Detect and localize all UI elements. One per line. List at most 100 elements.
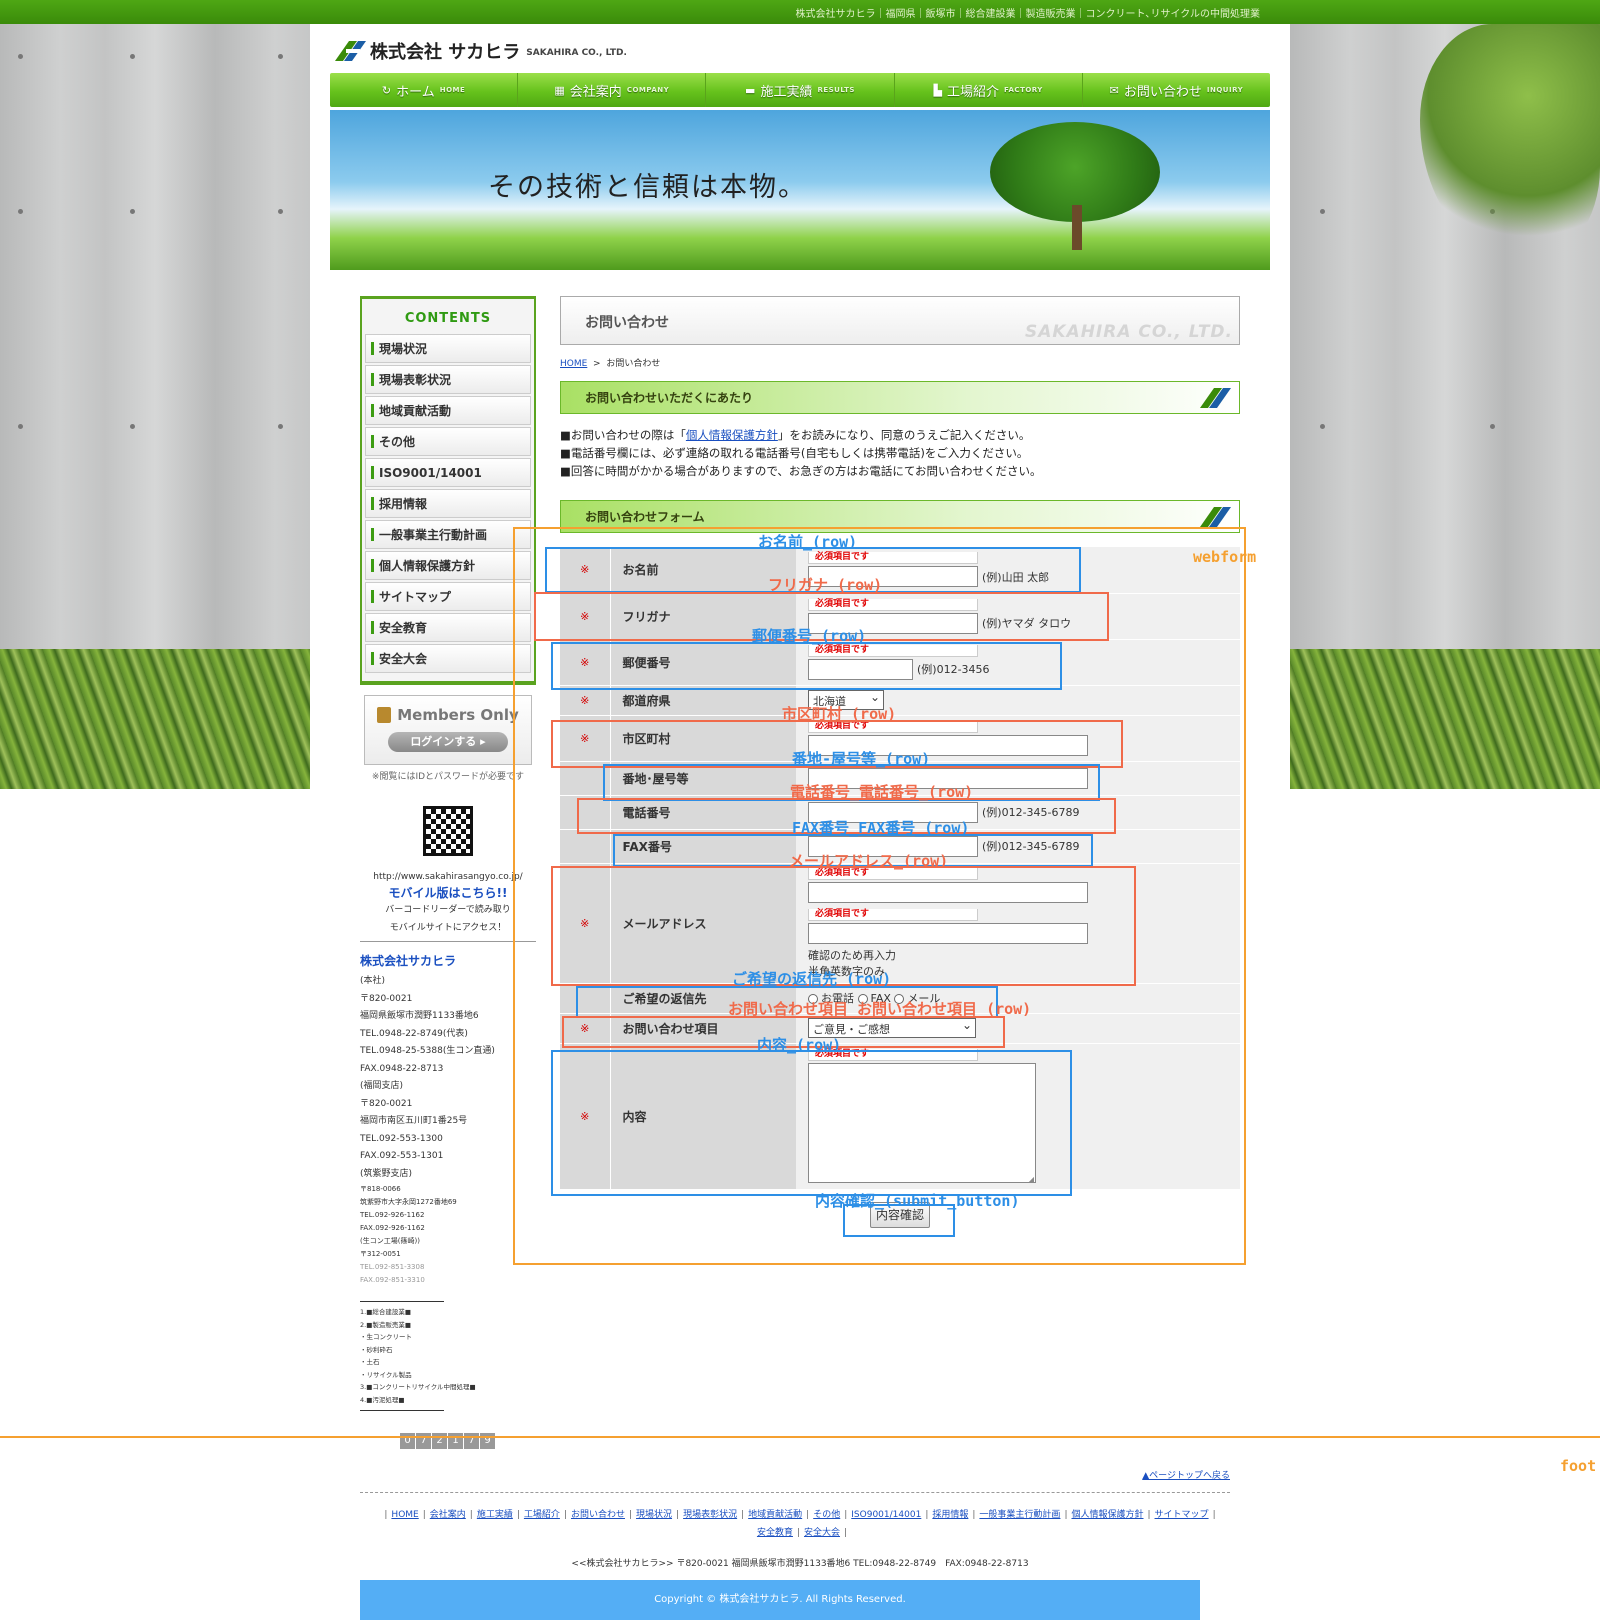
sidebar-item-other[interactable]: その他 xyxy=(365,427,531,456)
breadcrumb-home[interactable]: HOME xyxy=(560,359,587,369)
reply-phone-radio[interactable] xyxy=(808,994,818,1004)
name-input[interactable] xyxy=(808,566,978,588)
building-icon: ▦ xyxy=(554,83,565,97)
address-line: 〒312-0051 xyxy=(360,1250,401,1258)
address-line: TEL.0948-22-8749(代表) xyxy=(360,1028,468,1039)
required-note: 必須項目です xyxy=(808,720,978,733)
footer-link[interactable]: 一般事業主行動計画 xyxy=(979,1510,1060,1520)
required-note: 必須項目です xyxy=(808,552,978,565)
login-button[interactable]: ログインする ▸ xyxy=(388,732,508,752)
nav-inquiry[interactable]: ✉ お問い合わせ INQUIRY xyxy=(1083,73,1270,107)
field-example: (例)012-3456 xyxy=(917,663,990,676)
nav-label: 会社案内 xyxy=(569,84,622,100)
privacy-policy-link[interactable]: 個人情報保護方針 xyxy=(686,428,778,442)
footer-address: <<株式会社サカヒラ>> 〒820-0021 福岡県飯塚市潤野1133番地6 T… xyxy=(571,1559,1029,1569)
footer-link[interactable]: その他 xyxy=(813,1510,840,1520)
footer-link[interactable]: 会社案内 xyxy=(430,1510,466,1520)
footer-link[interactable]: HOME xyxy=(391,1510,418,1520)
hero-catchphrase: その技術と信頼は本物。 xyxy=(488,172,807,203)
sidebar-item-community[interactable]: 地域貢献活動 xyxy=(365,396,531,425)
page-container: 株式会社 サカヒラ SAKAHIRA CO., LTD. ↻ ホーム HOME ▦ 会… xyxy=(310,24,1290,1449)
field-label: 都道府県 xyxy=(610,685,796,716)
nav-sub: HOME xyxy=(439,86,466,94)
address-line: FAX.092-926-1162 xyxy=(360,1224,425,1232)
address-line: TEL.092-553-1300 xyxy=(360,1133,443,1144)
nav-sub: RESULTS xyxy=(817,86,855,94)
breadcrumb-current: お問い合わせ xyxy=(606,359,661,369)
footer-link[interactable]: サイトマップ xyxy=(1155,1510,1209,1520)
footer-link[interactable]: 安全大会 xyxy=(804,1528,840,1538)
nav-factory[interactable]: ▙ 工場紹介 FACTORY xyxy=(895,73,1083,107)
footer-link[interactable]: 施工実績 xyxy=(477,1510,513,1520)
members-only-box: Members Only ログインする ▸ xyxy=(364,695,532,765)
required-note: 必須項目です xyxy=(808,644,978,657)
section-heading-form: お問い合わせフォーム xyxy=(560,500,1240,533)
prefecture-select[interactable]: 北海道 xyxy=(808,690,884,710)
required-mark: ※ xyxy=(560,547,611,594)
sidebar-item-safety-meeting[interactable]: 安全大会 xyxy=(365,644,531,673)
field-label: フリガナ xyxy=(610,593,796,640)
section-heading-text: お問い合わせフォーム xyxy=(585,510,705,524)
lock-icon xyxy=(377,707,392,723)
notice-line: 」をお読みになり、同意のうえご記入ください。 xyxy=(777,428,1031,442)
footer-link[interactable]: 現場状況 xyxy=(636,1510,672,1520)
nav-results[interactable]: ▬ 施工実績 RESULTS xyxy=(706,73,895,107)
page-top-link[interactable]: ▲ページトップへ戻る xyxy=(1142,1468,1230,1481)
content-textarea[interactable] xyxy=(808,1063,1036,1184)
reply-fax-radio[interactable] xyxy=(857,994,868,1004)
field-label: メールアドレス xyxy=(610,863,796,984)
sidebar-item-genba[interactable]: 現場状況 xyxy=(365,334,531,363)
radio-label: FAX xyxy=(870,992,891,1005)
field-label: 市区町村 xyxy=(610,715,796,762)
top-bar: 株式会社サカヒラ｜福岡県｜飯塚市｜総合建設業｜製造販売業｜コンクリート､リサイク… xyxy=(0,0,1600,24)
footer-link[interactable]: 地域貢献活動 xyxy=(748,1510,802,1520)
address-line: 筑紫野市大字永岡1272番地69 xyxy=(360,1198,457,1206)
logo-en-text: SAKAHIRA CO., LTD. xyxy=(526,48,627,58)
field-example: (例)山田 太郎 xyxy=(982,570,1050,584)
footer-link[interactable]: 個人情報保護方針 xyxy=(1071,1510,1143,1520)
nav-company[interactable]: ▦ 会社案内 COMPANY xyxy=(518,73,707,107)
email-input[interactable] xyxy=(808,881,1088,903)
required-cell xyxy=(560,795,611,830)
required-cell xyxy=(560,983,611,1014)
nav-home[interactable]: ↻ ホーム HOME xyxy=(330,73,519,107)
zip-input[interactable] xyxy=(808,658,913,680)
footer-link[interactable]: 工場紹介 xyxy=(524,1510,560,1520)
footer-link[interactable]: お問い合わせ xyxy=(571,1510,625,1520)
kana-input[interactable] xyxy=(808,612,978,634)
address-input[interactable] xyxy=(808,767,1088,789)
form-row-kana: ※ フリガナ 必須項目です (例)ヤマダ タロウ xyxy=(560,593,1240,640)
reply-mail-radio[interactable] xyxy=(894,994,905,1004)
topic-select[interactable]: ご意見・ご感想 xyxy=(808,1018,976,1038)
city-input[interactable] xyxy=(808,734,1088,756)
required-mark: ※ xyxy=(560,715,611,762)
fax-input[interactable] xyxy=(808,835,978,857)
company-address: (本社) 〒820-0021 福岡県飯塚市潤野1133番地6 TEL.0948-… xyxy=(360,973,536,1287)
section-heading-text: お問い合わせいただくにあたり xyxy=(585,391,754,405)
sidebar-item-privacy[interactable]: 個人情報保護方針 xyxy=(365,551,531,580)
sidebar-item-safety-edu[interactable]: 安全教育 xyxy=(365,613,531,642)
global-nav: ↻ ホーム HOME ▦ 会社案内 COMPANY ▬ 施工実績 RESULTS ▙ 工場紹介… xyxy=(330,73,1270,107)
sidebar: CONTENTS 現場状況 現場表彰状況 地域貢献活動 その他 ISO9001/… xyxy=(360,296,536,1449)
sidebar-item-recruit[interactable]: 採用情報 xyxy=(365,489,531,518)
tel-input[interactable] xyxy=(808,801,978,823)
required-mark: ※ xyxy=(560,593,611,640)
site-logo[interactable]: 株式会社 サカヒラ SAKAHIRA CO., LTD. xyxy=(334,38,627,64)
nav-label: ホーム xyxy=(396,84,435,100)
sidebar-item-iso[interactable]: ISO9001/14001 xyxy=(365,458,531,487)
mobile-link[interactable]: モバイル版はこちら!! xyxy=(360,884,536,901)
sidebar-item-sitemap[interactable]: サイトマップ xyxy=(365,582,531,611)
sidebar-item-award[interactable]: 現場表彰状況 xyxy=(365,365,531,394)
footer-link[interactable]: ISO9001/14001 xyxy=(851,1510,921,1520)
footer-link[interactable]: 現場表彰状況 xyxy=(683,1510,737,1520)
address-line: (本社) xyxy=(360,976,386,986)
confirm-submit-button[interactable]: 内容確認 xyxy=(870,1201,930,1228)
sidebar-item-action-plan[interactable]: 一般事業主行動計画 xyxy=(365,520,531,549)
footer-link[interactable]: 採用情報 xyxy=(932,1510,968,1520)
email-confirm-input[interactable] xyxy=(808,922,1088,944)
nav-sub: COMPANY xyxy=(626,86,670,94)
background-left xyxy=(0,24,310,789)
field-label: FAX番号 xyxy=(610,829,796,864)
footer-link[interactable]: 安全教育 xyxy=(757,1528,793,1538)
address-line: 〒818-0066 xyxy=(360,1185,401,1193)
